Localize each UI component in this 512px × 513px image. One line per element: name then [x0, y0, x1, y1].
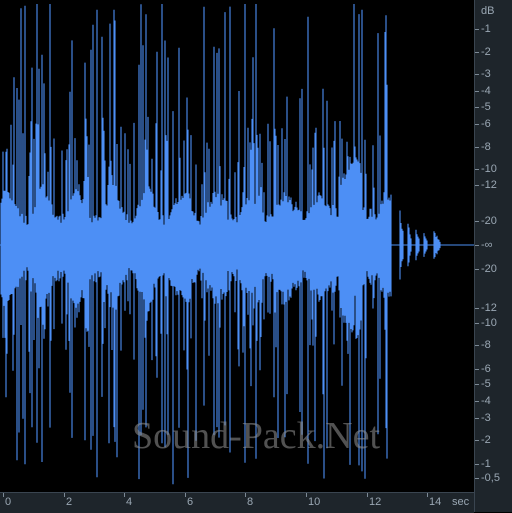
db-label-top: -20 [481, 215, 497, 227]
db-tick [475, 401, 479, 402]
db-label-bottom: -6 [481, 363, 491, 375]
time-ruler[interactable]: 0 2 4 6 8 10 12 14 sec [0, 492, 474, 513]
db-tick [475, 440, 479, 441]
db-tick [475, 464, 479, 465]
db-tick [475, 221, 479, 222]
time-tick [3, 493, 4, 497]
db-label-bottom: -10 [481, 317, 497, 329]
db-label-center: -∞ [481, 239, 493, 251]
db-label-top: -1 [481, 23, 491, 35]
db-label-top: -3 [481, 68, 491, 80]
db-label-top: -5 [481, 101, 491, 113]
time-label: 0 [5, 496, 12, 508]
db-tick [475, 147, 479, 148]
db-tick [475, 369, 479, 370]
time-tick [124, 493, 125, 497]
db-label-bottom: -8 [481, 339, 491, 351]
time-tick [427, 493, 428, 497]
db-label-top: -8 [481, 141, 491, 153]
time-label: 6 [187, 496, 194, 508]
db-tick [475, 124, 479, 125]
db-tick [475, 107, 479, 108]
time-label: 8 [247, 496, 254, 508]
time-tick [245, 493, 246, 497]
db-label-bottom: -1 [481, 458, 491, 470]
db-label-top: -6 [481, 118, 491, 130]
db-label-bottom: -2 [481, 434, 491, 446]
db-tick [475, 91, 479, 92]
time-label: 4 [126, 496, 133, 508]
waveform-path [0, 4, 441, 485]
db-tick [475, 52, 479, 53]
waveform-display[interactable] [0, 0, 474, 492]
db-tick [475, 185, 479, 186]
db-tick [475, 478, 479, 479]
time-label: 2 [66, 496, 73, 508]
db-tick [475, 29, 479, 30]
waveform-svg[interactable] [0, 0, 474, 492]
time-tick [306, 493, 307, 497]
db-tick [475, 169, 479, 170]
db-label-top: -2 [481, 46, 491, 58]
db-label-top: -4 [481, 85, 491, 97]
db-scale: dB -1 -2 -3 -4 -5 -6 -8 -10 -12 -20 -∞ -20 -12 -10 -8 -6… [474, 0, 512, 512]
db-label-bottom: -3 [481, 412, 491, 424]
db-tick [475, 418, 479, 419]
db-label-bottom: -12 [481, 302, 497, 314]
time-tick [185, 493, 186, 497]
time-label: 12 [369, 496, 382, 508]
time-unit-label: sec [452, 496, 470, 508]
db-label-bottom: -20 [481, 263, 497, 275]
db-tick [475, 323, 479, 324]
time-label: 14 [429, 496, 442, 508]
db-tick [475, 384, 479, 385]
db-unit-label: dB [481, 5, 495, 17]
db-tick [475, 245, 479, 246]
time-tick [64, 493, 65, 497]
db-label-top: -10 [481, 163, 497, 175]
db-tick [475, 308, 479, 309]
db-label-bottom: -4 [481, 395, 491, 407]
db-label-bottom: -5 [481, 378, 491, 390]
db-label-top: -12 [481, 179, 497, 191]
waveform-editor: dB -1 -2 -3 -4 -5 -6 -8 -10 -12 -20 -∞ -20 -12 -10 -8 -6… [0, 0, 512, 513]
db-tick [475, 74, 479, 75]
time-label: 10 [308, 496, 321, 508]
db-label-bottom: -0,5 [481, 472, 500, 484]
time-tick [367, 493, 368, 497]
waveform-body [0, 4, 441, 485]
db-tick [475, 269, 479, 270]
db-tick [475, 345, 479, 346]
